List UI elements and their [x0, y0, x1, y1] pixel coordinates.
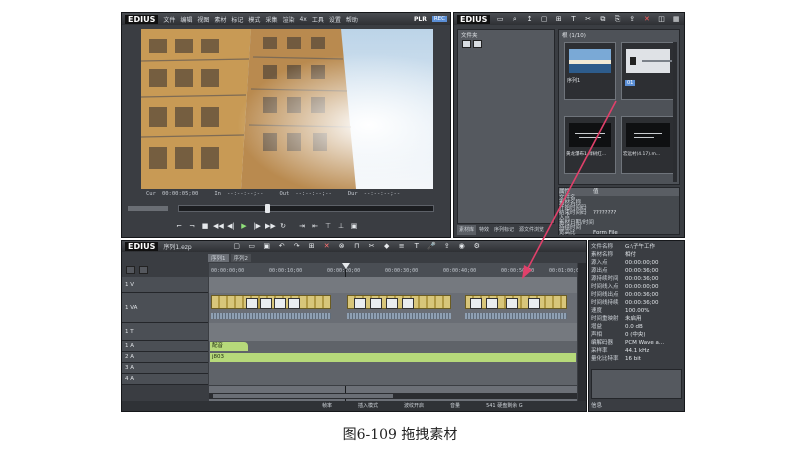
figure-caption: 图6-109 拖拽素材	[342, 427, 458, 443]
drag-arrow	[522, 100, 617, 279]
drag-arrow-head-icon	[522, 265, 532, 279]
drag-arrow-line	[526, 100, 617, 271]
